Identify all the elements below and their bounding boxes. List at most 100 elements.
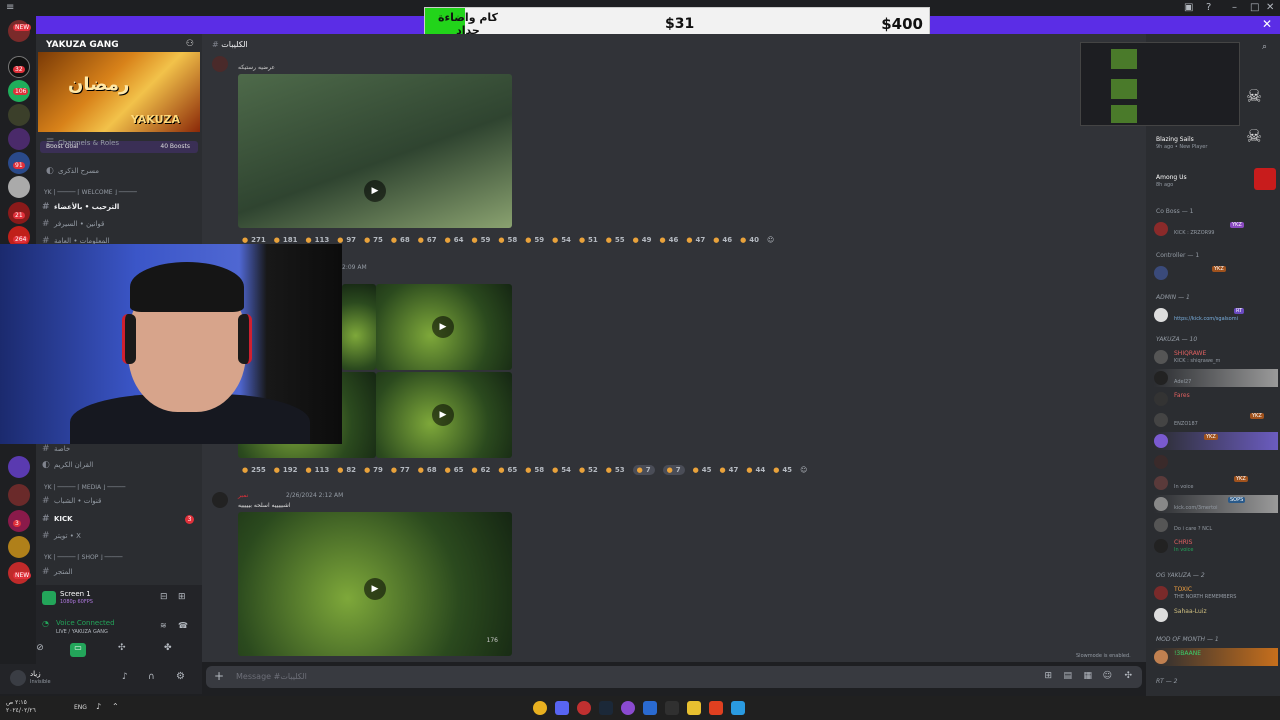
server-icon[interactable] xyxy=(8,536,30,558)
brave-icon[interactable] xyxy=(709,701,723,715)
video-attachment[interactable]: ▶ xyxy=(376,284,512,370)
play-icon[interactable]: ▶ xyxy=(364,180,386,202)
member-item[interactable]: Adel27 xyxy=(1154,369,1278,387)
member-item[interactable]: Fares xyxy=(1154,390,1278,408)
reaction[interactable]: ● 271 xyxy=(242,236,266,244)
menu-icon[interactable]: ≡ xyxy=(6,2,14,13)
member-item[interactable]: YKZ In voice xyxy=(1154,474,1278,492)
emoji-icon[interactable]: ☺ xyxy=(1103,671,1112,681)
help-icon[interactable]: ? xyxy=(1206,2,1211,13)
reaction[interactable]: ● 40 xyxy=(740,236,759,244)
settings-gear-icon[interactable]: ⚙ xyxy=(176,671,185,682)
reaction[interactable]: ● 192 xyxy=(274,465,298,475)
gif-icon[interactable]: ▤ xyxy=(1063,671,1072,681)
member-item[interactable]: CHRIS In voice xyxy=(1154,537,1278,555)
reaction[interactable]: ● 59 xyxy=(525,236,544,244)
language-indicator[interactable]: ENG xyxy=(74,704,87,711)
noise-icon[interactable]: ≋ xyxy=(160,621,167,630)
member-item[interactable]: TOXIC THE NORTH REMEMBERS xyxy=(1154,584,1278,602)
avatar[interactable] xyxy=(212,492,228,508)
app-icon[interactable] xyxy=(665,701,679,715)
reaction[interactable]: ● 62 xyxy=(472,465,491,475)
reaction[interactable]: ● 53 xyxy=(606,465,625,475)
popout-icon[interactable]: ⊞ xyxy=(178,592,186,602)
message-composer[interactable]: + Message #الكليبات ⊞ ▤ ▦ ☺ ✣ xyxy=(206,666,1142,688)
stop-stream-icon[interactable]: ⊟ xyxy=(160,592,168,602)
reaction[interactable]: ● 67 xyxy=(418,236,437,244)
share-screen-icon[interactable]: ▭ xyxy=(70,643,86,657)
microphone-icon[interactable]: ♪ xyxy=(122,672,128,682)
server-icon[interactable] xyxy=(8,484,30,506)
headphones-icon[interactable]: ∩ xyxy=(148,672,155,682)
reaction[interactable]: ● 47 xyxy=(686,236,705,244)
channels-roles-link[interactable]: ☰ Channels & Roles xyxy=(46,138,119,148)
add-reaction-icon[interactable]: ☺ xyxy=(767,236,774,244)
reaction[interactable]: ● 82 xyxy=(337,465,356,475)
reaction[interactable]: ● 54 xyxy=(552,465,571,475)
reaction[interactable]: ● 77 xyxy=(391,465,410,475)
server-icon[interactable] xyxy=(8,128,30,150)
reaction-selected[interactable]: ● 7 xyxy=(632,465,655,475)
invite-icon[interactable]: ⚇ xyxy=(186,39,194,49)
reaction[interactable]: ● 68 xyxy=(418,465,437,475)
reaction[interactable]: ● 52 xyxy=(579,465,598,475)
clock[interactable]: ٢:١٥ ص ٢٠٢٤/٠٢/٢٦ xyxy=(6,699,36,715)
reaction[interactable]: ● 49 xyxy=(633,236,652,244)
reaction[interactable]: ● 58 xyxy=(498,236,517,244)
close-window-icon[interactable]: ✕ xyxy=(1266,2,1274,13)
reaction[interactable]: ● 58 xyxy=(525,465,544,475)
member-item[interactable]: YKZ xyxy=(1154,432,1278,450)
server-name[interactable]: YAKUZA GANG xyxy=(46,40,119,50)
message-author[interactable]: نمبر xyxy=(238,492,248,499)
reaction[interactable]: ● 65 xyxy=(445,465,464,475)
play-icon[interactable]: ▶ xyxy=(364,578,386,600)
member-item[interactable]: Do i care ? NCL xyxy=(1154,516,1278,534)
steam-icon[interactable] xyxy=(599,701,613,715)
reaction[interactable]: ● 51 xyxy=(579,236,598,244)
member-item[interactable]: YKZ KICK : ZRZOR99 xyxy=(1154,220,1278,238)
avatar[interactable] xyxy=(212,56,228,72)
discord-icon[interactable] xyxy=(555,701,569,715)
chrome-icon[interactable] xyxy=(533,701,547,715)
play-icon[interactable]: ▶ xyxy=(432,404,454,426)
activities-icon[interactable]: ✣ xyxy=(118,643,126,653)
reaction[interactable]: ● 54 xyxy=(552,236,571,244)
video-attachment[interactable]: ▶ 176 xyxy=(238,512,512,656)
channel-item-rules[interactable]: # قوانين • السيرفر xyxy=(42,219,104,229)
inbox-icon[interactable]: ▣ xyxy=(1184,2,1193,13)
channel-item-welcome[interactable]: # الترحيب • بالأعضاء xyxy=(42,202,119,212)
soundboard-icon[interactable]: ✤ xyxy=(164,643,172,653)
category-media[interactable]: YK | ───── ⌈ MEDIA ⌋ ───── xyxy=(44,484,125,491)
video-attachment[interactable]: ▶ xyxy=(238,74,512,228)
reaction[interactable]: ● 75 xyxy=(364,236,383,244)
camera-off-icon[interactable]: ⊘ xyxy=(27,643,53,657)
member-item[interactable]: YKZ ENZO187 xyxy=(1154,411,1278,429)
channel-item[interactable]: ◐ مسرح الذكرى xyxy=(46,166,99,176)
sticker-icon[interactable]: ▦ xyxy=(1083,671,1092,681)
channel-item[interactable]: # قنوات • الشباب xyxy=(42,496,101,506)
apps-icon[interactable]: ✣ xyxy=(1124,671,1132,681)
avatar[interactable] xyxy=(10,670,26,686)
activity-item[interactable]: Blazing Sails 9h ago • New Player xyxy=(1154,134,1278,152)
chevron-up-icon[interactable]: ⌃ xyxy=(112,702,119,711)
windows-start-icon[interactable] xyxy=(731,701,745,715)
gift-icon[interactable]: ⊞ xyxy=(1044,671,1052,681)
play-icon[interactable]: ▶ xyxy=(432,316,454,338)
server-icon[interactable] xyxy=(8,176,30,198)
channel-item-x[interactable]: # تويتر • X xyxy=(42,531,81,541)
voice-channel[interactable]: LIVE / YAKUZA GANG xyxy=(56,629,108,635)
member-item[interactable]: YKZ xyxy=(1154,264,1278,282)
image-attachment[interactable] xyxy=(342,284,376,370)
server-icon[interactable] xyxy=(8,104,30,126)
video-attachment[interactable]: ▶ xyxy=(376,372,512,458)
channel-item[interactable]: # خاصة xyxy=(42,444,70,454)
obs-icon[interactable] xyxy=(621,701,635,715)
reaction-selected[interactable]: ● 7 xyxy=(662,465,685,475)
reaction[interactable]: ● 46 xyxy=(713,236,732,244)
reaction[interactable]: ● 45 xyxy=(693,465,712,475)
reaction[interactable]: ● 59 xyxy=(472,236,491,244)
reaction[interactable]: ● 113 xyxy=(305,236,329,244)
reaction[interactable]: ● 181 xyxy=(274,236,298,244)
search-icon[interactable]: ⌕ xyxy=(1262,42,1267,52)
maximize-icon[interactable]: □ xyxy=(1250,2,1259,13)
